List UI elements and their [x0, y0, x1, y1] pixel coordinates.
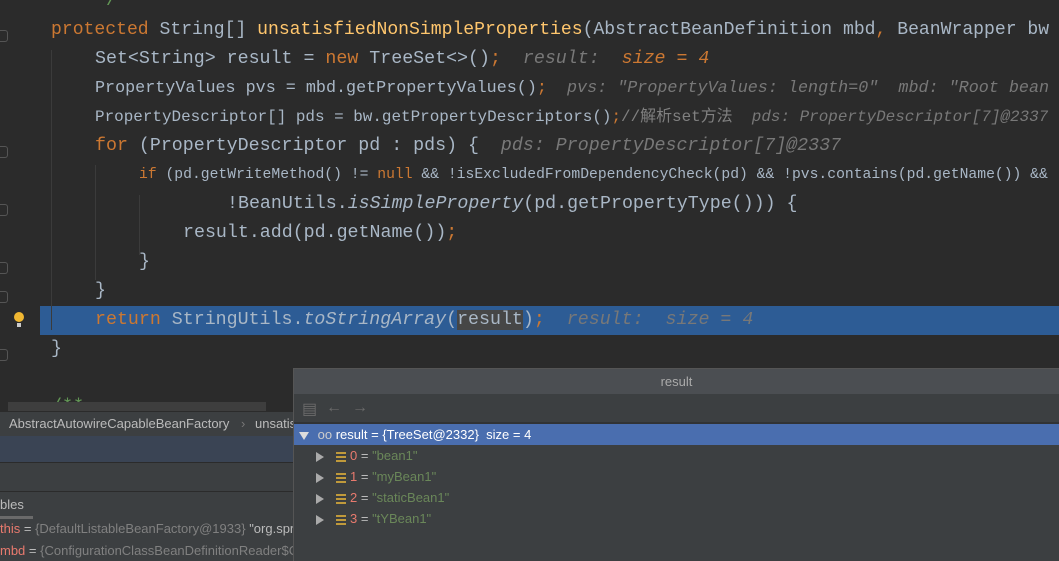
code-line: if (pd.getWriteMethod() != null && !isEx…	[139, 161, 1048, 190]
tree-child-row[interactable]: 2 = "staticBean1"	[294, 487, 1059, 508]
breadcrumb-class[interactable]: AbstractAutowireCapableBeanFactory	[9, 416, 229, 431]
code-token: result	[457, 310, 523, 330]
field-icon	[336, 451, 346, 462]
code-token: if	[139, 167, 166, 183]
code-token: result:	[500, 49, 622, 69]
code-line: result.add(pd.getName());	[183, 219, 457, 248]
popup-title[interactable]: result	[294, 369, 1059, 394]
code-token: pds: PropertyDescriptor[7]@2337	[478, 136, 842, 156]
code-token: (pd.getWriteMethod() !=	[165, 167, 378, 183]
field-icon	[336, 493, 346, 504]
collapsed-doc-comment	[8, 402, 266, 411]
code-token: String[]	[159, 20, 258, 40]
expand-right-icon[interactable]	[316, 472, 324, 483]
code-token: ,	[875, 20, 898, 40]
forward-arrow-icon[interactable]: →	[352, 399, 368, 417]
fold-marker-icon[interactable]	[0, 146, 8, 158]
expand-down-icon[interactable]	[299, 431, 309, 440]
expand-right-icon[interactable]	[316, 514, 324, 525]
code-line: PropertyDescriptor[] pds = bw.getPropert…	[95, 103, 1048, 132]
breadcrumb: AbstractAutowireCapableBeanFactory › uns…	[0, 412, 440, 436]
expand-right-icon[interactable]	[316, 493, 324, 504]
code-token: && !isExcludedFromDependencyCheck(pd) &&…	[421, 167, 1048, 183]
code-token: size = 4	[621, 49, 710, 69]
back-arrow-icon[interactable]: ←	[326, 399, 342, 417]
fold-marker-icon[interactable]	[0, 262, 8, 274]
code-token: unsatisfiedNonSimpleProperties	[257, 20, 583, 40]
code-token: StringUtils.	[171, 310, 304, 330]
code-line: return StringUtils.toStringArray(result)…	[95, 306, 753, 335]
code-token: ;	[533, 310, 545, 330]
fold-marker-icon[interactable]	[0, 349, 8, 361]
tree-child-row[interactable]: 3 = "tYBean1"	[294, 508, 1059, 529]
code-token: */	[95, 0, 117, 11]
popup-toolbar: ▤ ← →	[294, 394, 1059, 424]
expand-right-icon[interactable]	[316, 451, 324, 462]
tree-root-row[interactable]: oo result = {TreeSet@2332} size = 4	[294, 424, 1059, 445]
code-token: pvs: "PropertyValues: length=0" mbd: "Ro…	[546, 79, 1050, 98]
code-token: }	[139, 252, 150, 272]
code-token: null	[377, 167, 422, 183]
debug-panel: bles this = {DefaultListableBeanFactory@…	[0, 436, 483, 561]
code-token: return	[95, 310, 172, 330]
breadcrumb-separator-icon: ›	[241, 416, 246, 431]
code-line: }	[95, 277, 106, 306]
fold-marker-icon[interactable]	[0, 30, 8, 42]
code-token: TreeSet<>()	[369, 49, 490, 69]
code-line: protected String[] unsatisfiedNonSimpleP…	[51, 16, 1049, 45]
code-token: }	[95, 281, 106, 301]
code-token: result: size = 4	[544, 310, 754, 330]
code-token: }	[51, 339, 62, 359]
code-token: new	[325, 49, 370, 69]
code-line: Set<String> result = new TreeSet<>(); re…	[95, 45, 709, 74]
code-token: !BeanUtils.	[227, 194, 348, 214]
field-icon	[336, 514, 346, 525]
evaluate-popup: result ▤ ← → oo result = {TreeSet@2332} …	[293, 368, 1059, 561]
indent-guide	[51, 50, 52, 330]
code-token: pds: PropertyDescriptor[7]@2337	[732, 108, 1049, 126]
fold-marker-icon[interactable]	[0, 204, 8, 216]
code-token: )	[522, 310, 534, 330]
code-token: PropertyDescriptor[] pds = bw.getPropert…	[95, 108, 612, 126]
code-token: for	[95, 136, 139, 156]
code-token: (pd.getPropertyType())) {	[523, 194, 798, 214]
field-icon	[336, 472, 346, 483]
code-token: protected	[51, 20, 160, 40]
fold-marker-icon[interactable]	[0, 291, 8, 303]
indent-guide	[95, 165, 96, 280]
tab-underline	[0, 516, 33, 519]
frames-bar	[0, 436, 293, 462]
code-token: toStringArray	[303, 310, 447, 330]
lightbulb-icon[interactable]	[14, 312, 24, 327]
code-token: //解析set方法	[621, 108, 733, 126]
watch-glasses-icon: oo	[317, 427, 333, 442]
code-token: (AbstractBeanDefinition mbd	[582, 20, 876, 40]
code-line: !BeanUtils.isSimpleProperty(pd.getProper…	[227, 190, 797, 219]
code-token: isSimpleProperty	[347, 194, 524, 214]
code-token: BeanWrapper bw	[897, 20, 1050, 40]
code-line: }	[51, 335, 62, 364]
tree-view-icon[interactable]: ▤	[302, 399, 317, 419]
tree-child-row[interactable]: 1 = "myBean1"	[294, 466, 1059, 487]
code-token: ;	[446, 223, 458, 243]
debug-toolbar	[0, 462, 293, 492]
tree-child-row[interactable]: 0 = "bean1"	[294, 445, 1059, 466]
code-token: (	[446, 310, 458, 330]
code-token: ;	[536, 79, 547, 98]
tab-variables[interactable]: bles	[0, 492, 24, 518]
code-line: */	[95, 0, 117, 16]
code-token: PropertyValues pvs = mbd.getPropertyValu…	[95, 79, 537, 98]
code-token: (PropertyDescriptor pd : pds) {	[138, 136, 479, 156]
indent-guide	[139, 195, 140, 255]
code-token: ;	[489, 49, 501, 69]
code-token: Set<String> result =	[95, 49, 326, 69]
code-line: PropertyValues pvs = mbd.getPropertyValu…	[95, 74, 1049, 103]
code-line: for (PropertyDescriptor pd : pds) { pds:…	[95, 132, 841, 161]
code-token: result.add(pd.getName())	[183, 223, 447, 243]
code-token: ;	[611, 108, 622, 126]
code-line: }	[139, 248, 150, 277]
